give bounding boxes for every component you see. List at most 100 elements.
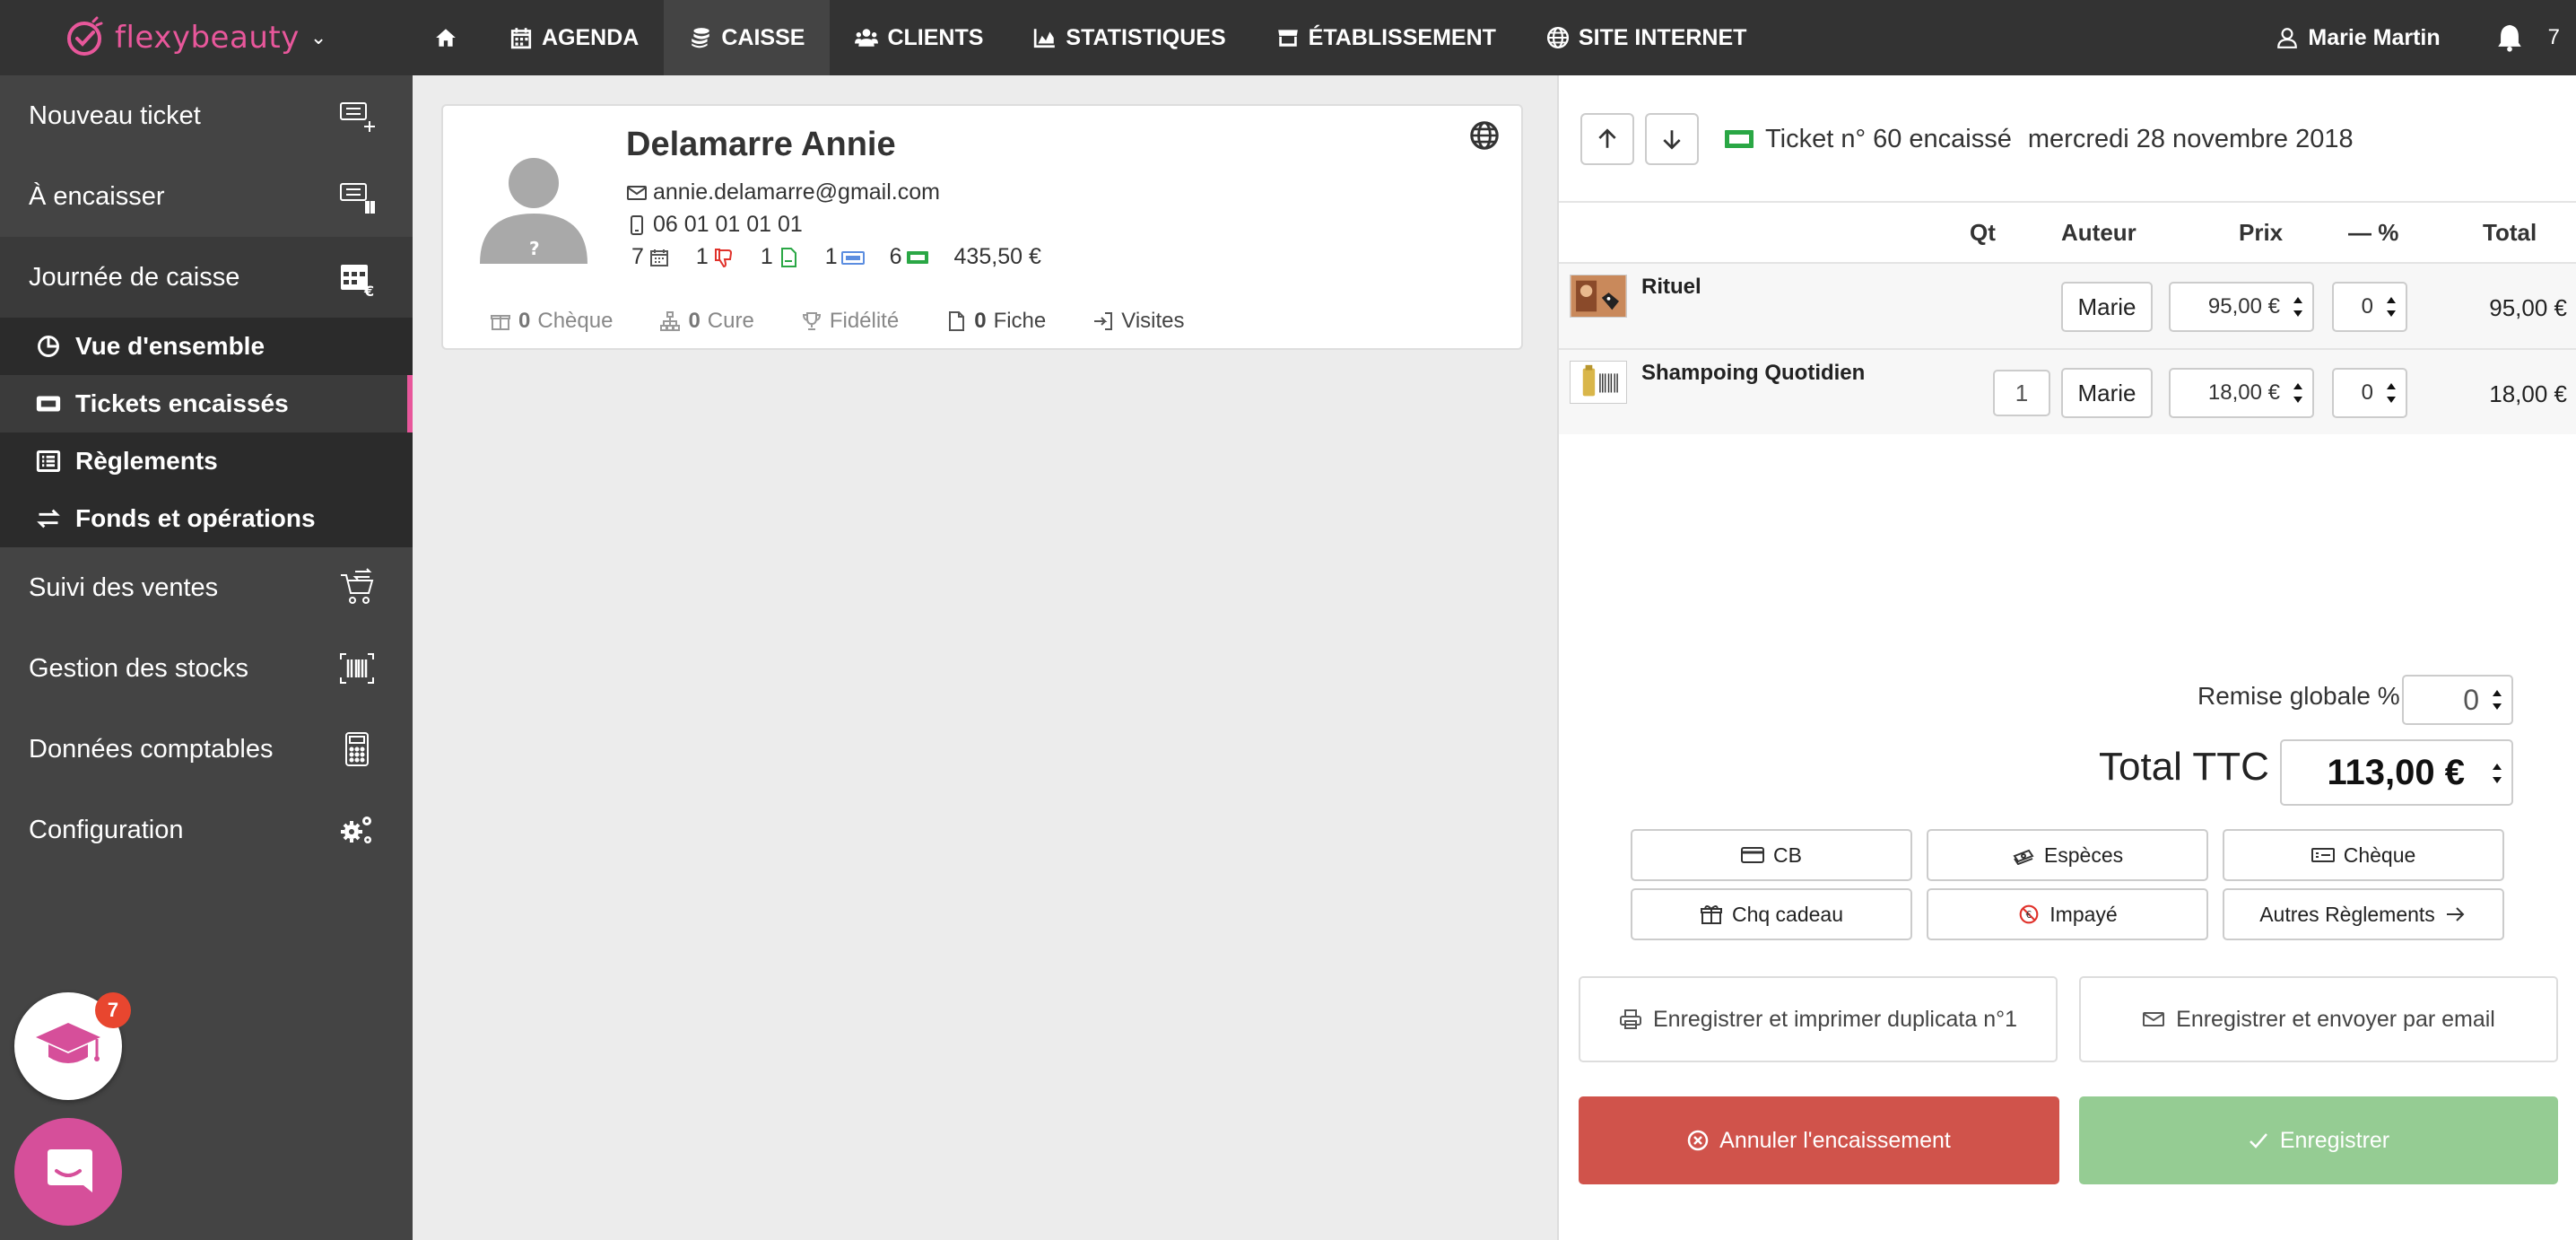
nav-clients[interactable]: CLIENTS [830,0,1008,75]
tab-fiche[interactable]: 0 Fiche [945,309,1046,334]
sidebar-item-journee-de-caisse[interactable]: Journée de caisse € [0,237,413,318]
sidebar-item-label: Configuration [29,815,184,844]
discount-input[interactable]: 0 [2332,282,2407,332]
client-stats: 7 1 1 1 6 435,50 € [631,244,1041,270]
store-icon [1277,30,1298,47]
nav-agenda[interactable]: AGENDA [484,0,664,75]
tab-visites[interactable]: Visites [1092,309,1185,334]
cancel-payment-button[interactable]: Annuler l'encaissement [1579,1096,2059,1184]
nav-statistiques[interactable]: STATISTIQUES [1008,0,1250,75]
envelope-icon [2143,1012,2165,1026]
check-icon [2249,1133,2267,1148]
nav-statistiques-label: STATISTIQUES [1066,24,1226,50]
users-icon [855,29,879,47]
tab-fidelite[interactable]: Fidélité [801,309,899,334]
ticket-header: Ticket n° 60 encaissé mercredi 28 novemb… [1580,113,2354,165]
stepper-arrows-icon[interactable] [2384,289,2398,325]
globe-icon[interactable] [1469,120,1500,151]
nav-caisse[interactable]: CAISSE [664,0,831,75]
sidebar-item-label: Journée de caisse [29,262,240,292]
column-qt: Qt [1970,219,1996,246]
academy-badge: 7 [95,992,131,1028]
nav-home[interactable] [413,0,484,75]
stat-paid: 6 [890,244,929,270]
line-total: 18,00 € [2489,380,2567,407]
sidebar-item-label: Données comptables [29,734,274,764]
calendar-euro-icon: € [341,265,374,297]
client-name[interactable]: Delamarre Annie [626,126,896,164]
sidebar-subitem-fonds-operations[interactable]: Fonds et opérations [0,490,413,547]
arrow-down-icon [1663,130,1681,150]
globe-icon [1546,26,1569,49]
calendar-icon [649,249,668,266]
sidebar-item-suivi-ventes[interactable]: Suivi des ventes [0,547,413,628]
tab-cheque[interactable]: 0 Chèque [490,309,613,334]
pay-autres-button[interactable]: Autres Règlements [2223,888,2504,940]
save-button[interactable]: Enregistrer [2079,1096,2558,1184]
nav-site-internet[interactable]: SITE INTERNET [1521,0,1772,75]
pay-especes-button[interactable]: Espèces [1927,829,2208,881]
chat-button[interactable] [14,1118,122,1226]
stepper-arrows-icon[interactable] [2490,682,2504,718]
total-ttc-label: Total TTC [2099,745,2269,789]
coins-icon [692,28,710,48]
sidebar-item-donnees-comptables[interactable]: Données comptables [0,709,413,790]
ticket-title: Ticket n° 60 encaissé [1765,124,2012,153]
credit-card-icon [1741,847,1765,863]
pending-ticket-icon [340,183,375,214]
product-thumbnail [1570,275,1627,318]
stepper-arrows-icon[interactable] [2291,375,2305,411]
user-name: Marie Martin [2308,24,2441,50]
author-button[interactable]: Marie [2061,368,2153,418]
notifications-button[interactable]: 7 [2494,22,2576,53]
ticket-icon [36,396,61,412]
sidebar-item-a-encaisser[interactable]: À encaisser [0,156,413,237]
chevron-down-icon: ⌄ [309,26,327,48]
pay-chq-cadeau-button[interactable]: Chq cadeau [1631,888,1912,940]
sidebar-subitem-tickets-encaisses[interactable]: Tickets encaissés [0,375,413,432]
sidebar-item-label: À encaisser [29,181,165,211]
price-input[interactable]: 95,00 € [2169,282,2314,332]
global-discount-input[interactable]: 0 [2402,675,2513,725]
sidebar-subitem-label: Fonds et opérations [75,504,316,532]
tab-cure[interactable]: 0 Cure [659,309,754,334]
next-ticket-button[interactable] [1645,113,1699,165]
flexybeauty-logo-icon [67,16,103,56]
previous-ticket-button[interactable] [1580,113,1634,165]
sidebar-subitem-vue-ensemble[interactable]: Vue d'ensemble [0,318,413,375]
gift-icon [491,315,510,330]
sidebar-subitem-reglements[interactable]: Règlements [0,432,413,490]
bell-icon [2497,24,2521,52]
brand-menu[interactable]: flexybeauty ⌄ [0,0,413,75]
sidebar-item-gestion-stocks[interactable]: Gestion des stocks [0,628,413,709]
sidebar-item-nouveau-ticket[interactable]: Nouveau ticket [0,75,413,156]
sidebar-item-configuration[interactable]: Configuration [0,790,413,870]
client-phone[interactable]: 06 01 01 01 01 [653,212,803,238]
product-name: Rituel [1641,275,1701,299]
pay-cb-button[interactable]: CB [1631,829,1912,881]
chat-icon [48,1149,92,1192]
total-ttc-input[interactable]: 113,00 € [2280,739,2513,806]
envelope-icon [627,185,647,200]
pay-impaye-button[interactable]: € Impayé [1927,888,2208,940]
pay-cheque-button[interactable]: Chèque [2223,829,2504,881]
cart-exchange-icon [341,568,374,604]
discount-input[interactable]: 0 [2332,368,2407,418]
author-button[interactable]: Marie [2061,282,2153,332]
stepper-arrows-icon[interactable] [2291,289,2305,325]
ticket-icon [840,250,865,265]
save-email-button[interactable]: Enregistrer et envoyer par email [2079,976,2558,1062]
stat-dislikes: 1 [696,244,735,270]
client-email[interactable]: annie.delamarre@gmail.com [653,179,940,205]
stepper-arrows-icon[interactable] [2384,375,2398,411]
unpaid-icon: € [2019,904,2039,924]
save-print-button[interactable]: Enregistrer et imprimer duplicata n°1 [1579,976,2058,1062]
quantity-input[interactable]: 1 [1993,370,2050,416]
table-row: Shampoing Quotidien 1 Marie 18,00 € 0 18… [1559,348,2576,434]
stepper-arrows-icon[interactable] [2490,755,2504,791]
price-input[interactable]: 18,00 € [2169,368,2314,418]
nav-etablissement[interactable]: ÉTABLISSEMENT [1251,0,1521,75]
main-area: ? Delamarre Annie annie.delamarre@gmail.… [413,75,1557,1240]
user-menu[interactable]: Marie Martin [2276,25,2493,51]
gears-icon [341,816,371,843]
